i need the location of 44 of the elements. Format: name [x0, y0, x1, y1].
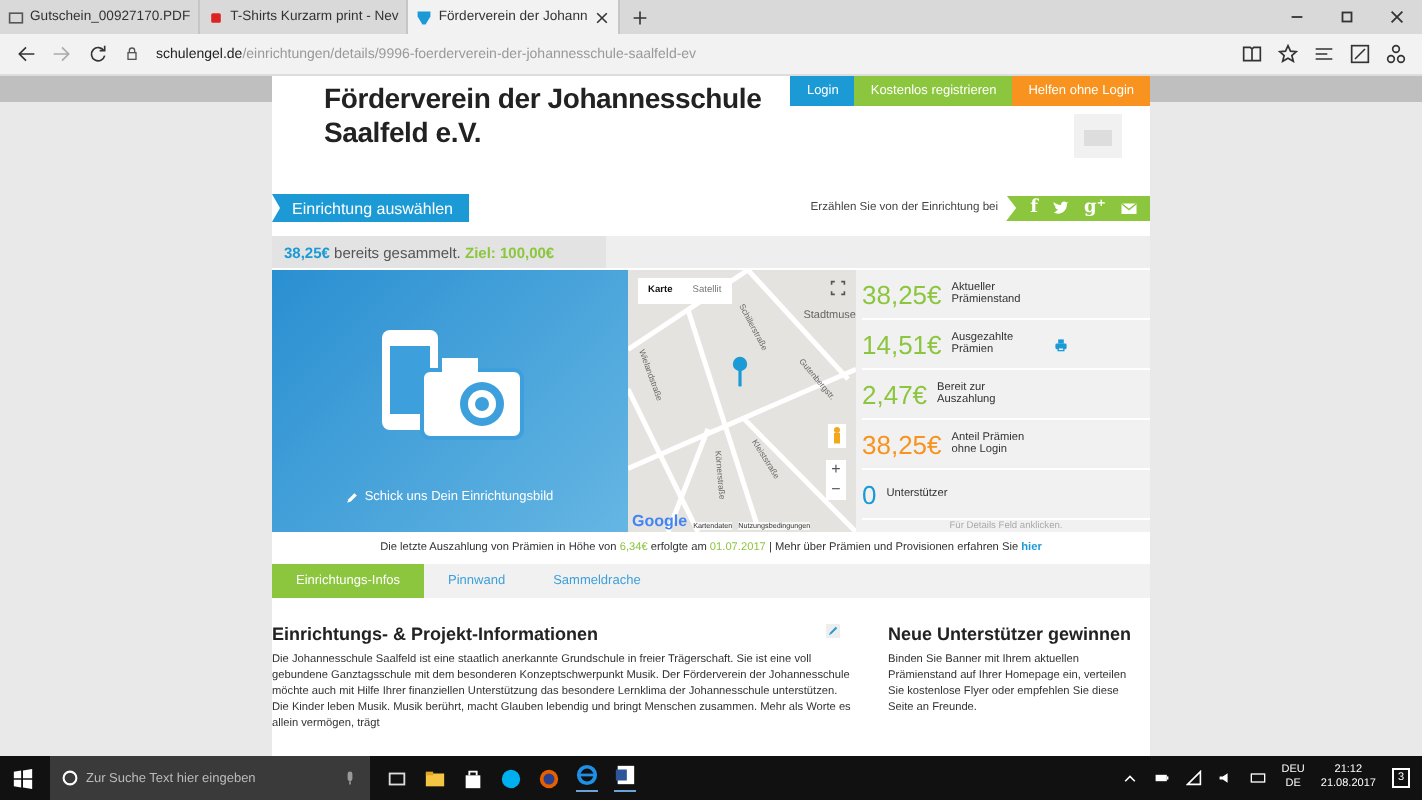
microphone-icon[interactable] — [342, 770, 358, 786]
print-icon[interactable] — [1053, 337, 1068, 351]
document-app-icon[interactable] — [614, 764, 636, 792]
folder-icon[interactable] — [424, 767, 446, 789]
stat-amount: 14,51€ — [862, 329, 942, 359]
share-icon[interactable] — [1386, 44, 1406, 64]
map-pin-icon — [732, 356, 748, 388]
close-icon[interactable] — [593, 9, 610, 25]
logo-placeholder-icon — [1074, 114, 1122, 158]
tab-logo-icon — [416, 9, 433, 25]
stat-amount: 0 — [862, 479, 877, 509]
network-icon[interactable] — [1185, 770, 1202, 786]
chevron-up-icon[interactable] — [1121, 770, 1138, 786]
menu-icon[interactable] — [1314, 44, 1334, 64]
shopping-bag-icon[interactable] — [462, 767, 484, 789]
stat-amount: 38,25€ — [862, 429, 942, 459]
search-icon — [62, 770, 78, 786]
pencil-icon — [346, 491, 359, 503]
book-icon[interactable] — [1242, 44, 1262, 64]
refresh-icon[interactable] — [88, 44, 108, 64]
section-heading: Neue Unterstützer gewinnen — [888, 624, 1134, 644]
speaker-icon[interactable] — [1217, 770, 1234, 786]
lock-icon — [124, 46, 140, 62]
battery-icon[interactable] — [1153, 770, 1170, 786]
chat-app-icon[interactable] — [500, 767, 522, 789]
document-icon — [8, 9, 24, 25]
edit-icon[interactable] — [826, 624, 840, 638]
fullscreen-icon[interactable] — [830, 280, 846, 296]
close-icon[interactable] — [1388, 8, 1406, 26]
section-heading: Einrichtungs- & Projekt-Informationen — [272, 624, 599, 644]
stat-amount: 2,47€ — [862, 379, 928, 409]
browser-globe-icon[interactable] — [538, 767, 560, 789]
google-logo: Google — [632, 512, 688, 530]
star-icon[interactable] — [1278, 44, 1298, 64]
pen-icon[interactable] — [1350, 44, 1370, 64]
stat-amount: 38,25€ — [862, 279, 942, 309]
task-view-icon[interactable] — [386, 767, 408, 789]
page-title: Förderverein der Johannesschule Saalfeld e.V. — [324, 82, 764, 152]
new-tab-icon[interactable] — [631, 9, 648, 25]
maximize-icon[interactable] — [1338, 8, 1356, 26]
windows-start-icon[interactable] — [12, 767, 34, 789]
back-icon[interactable] — [16, 44, 36, 64]
keyboard-icon[interactable] — [1249, 770, 1266, 786]
browser-e-icon[interactable] — [576, 764, 598, 792]
